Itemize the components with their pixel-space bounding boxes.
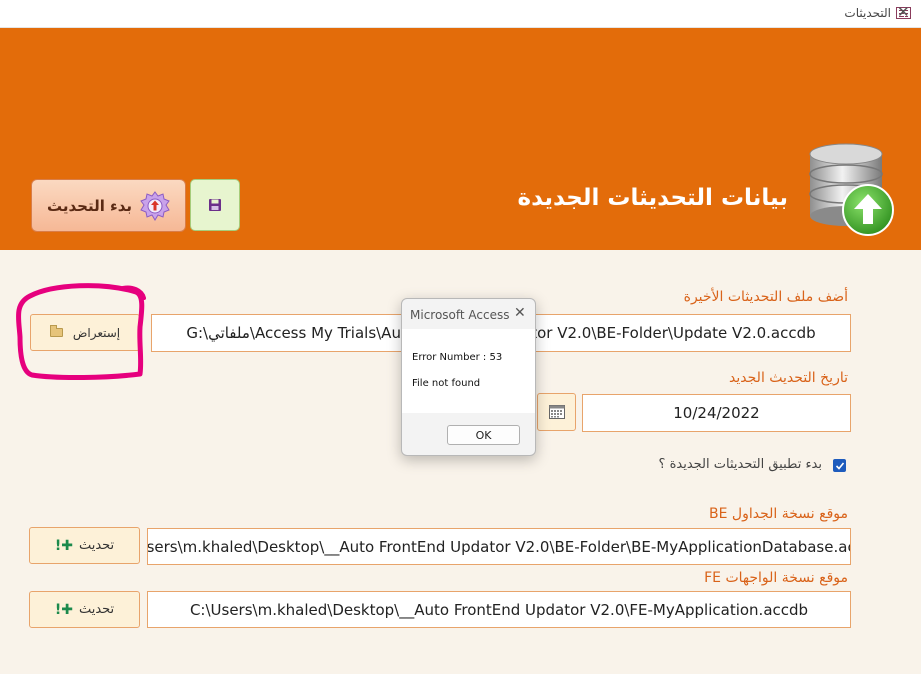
plus-icon: ✚! — [54, 601, 73, 618]
save-button[interactable] — [190, 179, 240, 231]
save-icon — [209, 199, 221, 211]
annotation-scribble — [16, 283, 146, 381]
ok-label: OK — [475, 428, 492, 442]
window-title: التحديثات — [844, 6, 891, 20]
calendar-button[interactable] — [537, 393, 576, 431]
ok-button[interactable]: OK — [447, 425, 520, 445]
dialog-title: Microsoft Access — [410, 308, 510, 322]
date-field[interactable]: 10/24/2022 — [582, 394, 851, 432]
close-icon[interactable]: ✕ — [897, 3, 910, 21]
be-location-field[interactable]: C:\Users\m.khaled\Desktop\__Auto FrontEn… — [147, 528, 851, 565]
date-label: تاريخ التحديث الجديد — [729, 370, 848, 386]
refresh-be-button[interactable]: تحديث ✚! — [29, 527, 140, 564]
fe-location-value: C:\Users\m.khaled\Desktop\__Auto FrontEn… — [189, 600, 809, 619]
be-location-label: موقع نسخة الجداول BE — [709, 506, 848, 522]
refresh-fe-button[interactable]: تحديث ✚! — [29, 591, 140, 628]
error-dialog: Microsoft Access ✕ Error Number : 53 Fil… — [401, 298, 536, 456]
fe-location-field[interactable]: C:\Users\m.khaled\Desktop\__Auto FrontEn… — [147, 591, 851, 628]
calendar-icon — [548, 405, 565, 419]
database-upload-icon — [809, 143, 894, 236]
apply-updates-checkbox[interactable] — [833, 459, 846, 472]
title-bar: التحديثات ✕ — [0, 0, 921, 28]
refresh-be-label: تحديث — [78, 538, 115, 553]
error-number-text: Error Number : 53 — [412, 352, 503, 363]
date-value: 10/24/2022 — [673, 404, 760, 422]
gear-upload-icon — [140, 190, 170, 221]
fe-location-label: موقع نسخة الواجهات FE — [704, 570, 848, 586]
latest-file-label: أضف ملف التحديثات الأخيرة — [683, 289, 848, 305]
start-update-button[interactable]: بدء التحديث — [31, 179, 186, 232]
close-icon[interactable]: ✕ — [514, 305, 526, 321]
plus-icon: ✚! — [54, 537, 73, 554]
dialog-body: Error Number : 53 File not found — [402, 329, 535, 413]
refresh-fe-label: تحديث — [78, 602, 115, 617]
apply-updates-label: بدء تطبيق التحديثات الجديدة ؟ — [658, 457, 822, 472]
error-message-text: File not found — [412, 378, 481, 389]
checkbox-icon — [835, 461, 844, 470]
be-location-value: C:\Users\m.khaled\Desktop\__Auto FrontEn… — [147, 537, 851, 556]
start-update-label: بدء التحديث — [46, 196, 133, 215]
page-title: بيانات التحديثات الجديدة — [517, 185, 789, 211]
